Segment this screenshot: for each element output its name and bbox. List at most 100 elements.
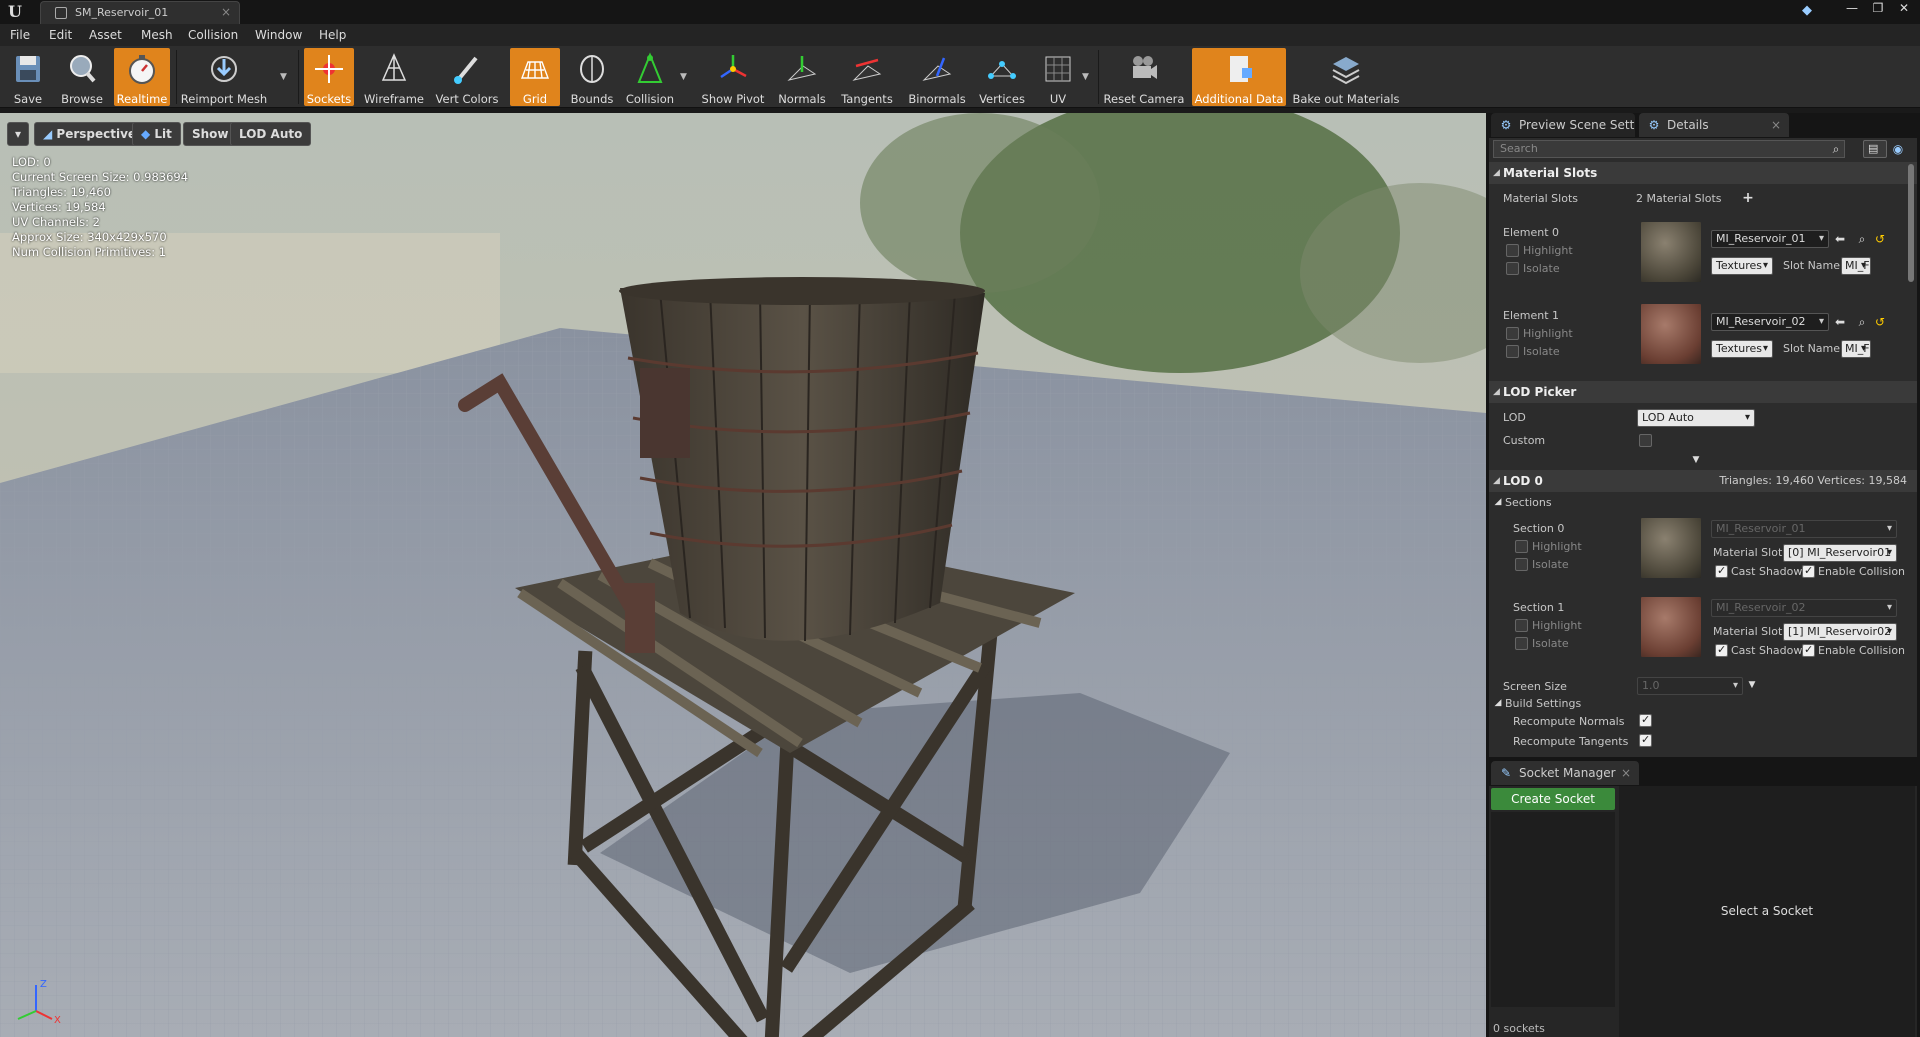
wireframe-button[interactable]: Wireframe — [362, 48, 426, 106]
normals-button[interactable]: Normals — [774, 48, 830, 106]
vert-colors-button[interactable]: Vert Colors — [432, 48, 502, 106]
close-socket-tab-icon[interactable]: × — [1621, 761, 1631, 785]
menu-mesh[interactable]: Mesh — [141, 28, 173, 42]
section-0-cast-shadow-checkbox[interactable] — [1715, 564, 1728, 578]
expand-more-icon[interactable]: ▼ — [1689, 453, 1703, 467]
recompute-tangents-label: Recompute Tangents — [1513, 735, 1629, 748]
menu-asset[interactable]: Asset — [89, 28, 122, 42]
recompute-normals-checkbox[interactable] — [1639, 713, 1652, 727]
socket-manager-tab-label: Socket Manager — [1519, 766, 1616, 780]
element-0-highlight-checkbox[interactable] — [1506, 244, 1519, 257]
socket-list[interactable] — [1491, 812, 1615, 1007]
wireframe-icon — [381, 53, 407, 81]
lod-auto-button[interactable]: LOD Auto — [230, 122, 312, 146]
lod-0-header[interactable]: ◢ LOD 0 Triangles: 19,460 Vertices: 19,5… — [1489, 470, 1917, 492]
build-settings-collapse-icon[interactable]: ◢ — [1491, 696, 1505, 710]
collision-button[interactable]: Collision — [622, 48, 678, 106]
section-1-enable-collision-checkbox[interactable] — [1802, 643, 1815, 657]
reimport-mesh-button[interactable]: Reimport Mesh — [180, 48, 268, 106]
section-1-highlight-checkbox[interactable] — [1515, 619, 1528, 632]
element-0-material-combo[interactable]: MI_Reservoir_01 — [1711, 230, 1829, 248]
menu-collision[interactable]: Collision — [188, 28, 238, 42]
bounds-button[interactable]: Bounds — [566, 48, 618, 106]
browse-asset-icon[interactable]: ⌕ — [1855, 232, 1869, 246]
element-0-material-thumbnail[interactable] — [1639, 220, 1703, 284]
reset-camera-button[interactable]: Reset Camera — [1102, 48, 1186, 106]
reimport-dropdown-icon[interactable]: ▼ — [280, 72, 288, 82]
reset-icon[interactable]: ↺ — [1873, 315, 1887, 329]
section-0-slot-combo[interactable]: [0] MI_Reservoir01 — [1783, 544, 1897, 562]
close-details-tab-icon[interactable]: × — [1771, 113, 1781, 137]
lod-picker-combo[interactable]: LOD Auto — [1637, 409, 1755, 427]
bake-out-materials-button[interactable]: Bake out Materials — [1292, 48, 1400, 106]
screen-size-dropdown-icon[interactable]: ▼ — [1745, 678, 1759, 692]
recompute-tangents-checkbox[interactable] — [1639, 733, 1652, 747]
element-0-slot-name-input[interactable]: MI_F — [1841, 257, 1871, 275]
browse-button[interactable]: Browse — [56, 48, 108, 106]
grid-button[interactable]: Grid — [510, 48, 560, 106]
perspective-button[interactable]: ◢ Perspective — [34, 122, 146, 146]
section-1-material-thumbnail[interactable] — [1639, 595, 1703, 659]
menu-window[interactable]: Window — [255, 28, 302, 42]
element-0-textures-combo[interactable]: Textures — [1711, 257, 1773, 275]
menu-bar: File Edit Asset Mesh Collision Window He… — [0, 24, 1920, 46]
element-1-material-combo[interactable]: MI_Reservoir_02 — [1711, 313, 1829, 331]
material-slots-header[interactable]: ◢ Material Slots — [1489, 162, 1917, 184]
add-slot-icon[interactable]: + — [1741, 191, 1755, 205]
reset-icon[interactable]: ↺ — [1873, 232, 1887, 246]
lod-picker-header[interactable]: ◢ LOD Picker — [1489, 381, 1917, 403]
section-1-cast-shadow-checkbox[interactable] — [1715, 643, 1728, 657]
tab-socket-manager[interactable]: ✎ Socket Manager × — [1491, 761, 1639, 785]
use-selected-arrow-icon[interactable]: ⬅ — [1833, 315, 1847, 329]
section-1-isolate-checkbox[interactable] — [1515, 637, 1528, 650]
realtime-button[interactable]: Realtime — [114, 48, 170, 106]
custom-lod-checkbox[interactable] — [1639, 434, 1652, 447]
section-0-highlight-checkbox[interactable] — [1515, 540, 1528, 553]
sections-collapse-icon[interactable]: ◢ — [1491, 495, 1505, 509]
show-pivot-button[interactable]: Show Pivot — [698, 48, 768, 106]
element-1-isolate-checkbox[interactable] — [1506, 345, 1519, 358]
view-options-icon[interactable]: ▤ — [1863, 140, 1887, 158]
additional-data-button[interactable]: Additional Data — [1192, 48, 1286, 106]
menu-help[interactable]: Help — [319, 28, 346, 42]
tab-preview-scene-settings[interactable]: ⚙ Preview Scene Sett — [1491, 113, 1635, 137]
lit-button[interactable]: ◆ Lit — [132, 122, 181, 146]
uv-button[interactable]: UV — [1036, 48, 1080, 106]
browse-asset-icon[interactable]: ⌕ — [1855, 315, 1869, 329]
screen-size-input[interactable]: 1.0 — [1637, 677, 1743, 695]
viewport-options-dropdown[interactable]: ▾ — [7, 122, 29, 146]
collision-dropdown-icon[interactable]: ▼ — [680, 72, 688, 82]
element-1-slot-name-input[interactable]: MI_F — [1841, 340, 1871, 358]
tab-details[interactable]: ⚙ Details × — [1639, 113, 1789, 137]
menu-file[interactable]: File — [10, 28, 30, 42]
close-icon[interactable]: ✕ — [1896, 0, 1912, 16]
element-1-textures-combo[interactable]: Textures — [1711, 340, 1773, 358]
restore-icon[interactable]: ❐ — [1870, 0, 1886, 16]
use-selected-arrow-icon[interactable]: ⬅ — [1833, 232, 1847, 246]
details-scrollbar[interactable] — [1908, 164, 1914, 282]
stat-uv-channels: UV Channels: 2 — [12, 215, 100, 229]
tangents-button[interactable]: Tangents — [836, 48, 898, 106]
details-search-input[interactable]: Search — [1493, 140, 1845, 158]
section-0-enable-collision-checkbox[interactable] — [1802, 564, 1815, 578]
visibility-eye-icon[interactable]: ◉ — [1891, 142, 1905, 156]
element-1-highlight-checkbox[interactable] — [1506, 327, 1519, 340]
sockets-button[interactable]: Sockets — [304, 48, 354, 106]
section-1-enable-collision-label: Enable Collision — [1818, 644, 1906, 657]
binormals-button[interactable]: Binormals — [904, 48, 970, 106]
element-0-isolate-checkbox[interactable] — [1506, 262, 1519, 275]
close-tab-icon[interactable]: × — [221, 5, 231, 19]
viewport[interactable]: ▾ ◢ Perspective ◆ Lit Show LOD Auto LOD:… — [0, 113, 1486, 1037]
save-button[interactable]: Save — [2, 48, 54, 106]
create-socket-button[interactable]: Create Socket — [1491, 788, 1615, 810]
section-1-slot-combo[interactable]: [1] MI_Reservoir02 — [1783, 623, 1897, 641]
section-0-material-thumbnail[interactable] — [1639, 516, 1703, 580]
uv-dropdown-icon[interactable]: ▼ — [1082, 72, 1090, 82]
vertices-button[interactable]: Vertices — [974, 48, 1030, 106]
asset-tab[interactable]: SM_Reservoir_01 × — [40, 1, 240, 24]
element-1-material-thumbnail[interactable] — [1639, 302, 1703, 366]
help-badge-icon[interactable]: ◆ — [1802, 3, 1820, 19]
minimize-icon[interactable]: — — [1844, 0, 1860, 16]
section-0-isolate-checkbox[interactable] — [1515, 558, 1528, 571]
menu-edit[interactable]: Edit — [49, 28, 72, 42]
